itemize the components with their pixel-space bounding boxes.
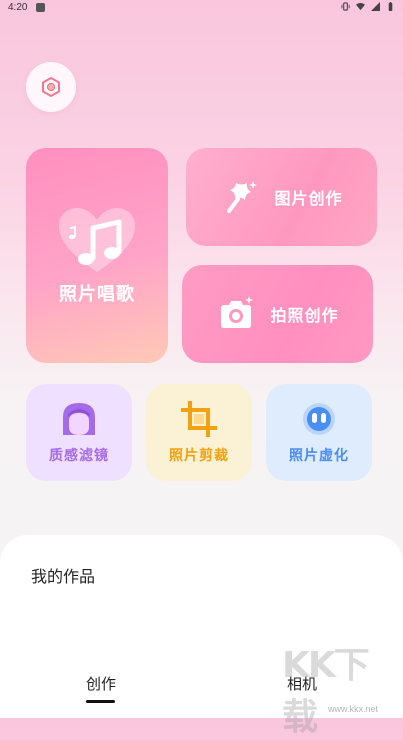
photo-song-label: 照片唱歌 [59, 283, 135, 305]
my-works-title: 我的作品 [31, 567, 96, 586]
girl-face-icon [63, 402, 95, 435]
photo-crop-tool[interactable]: 照片剪裁 [146, 384, 252, 481]
status-time: 4:20 [8, 2, 28, 13]
camera-icon [221, 296, 254, 328]
tab-create[interactable]: 创作 [86, 673, 116, 694]
texture-filter-label: 质感滤镜 [49, 447, 109, 464]
my-works-sheet: 我的作品 创作 相机 [0, 535, 403, 718]
signal-icon [371, 2, 380, 11]
battery-icon [388, 2, 393, 11]
photo-create-card[interactable]: 拍照创作 [182, 265, 373, 363]
settings-button[interactable] [26, 62, 76, 112]
tab-create-underline [86, 700, 115, 703]
texture-filter-tool[interactable]: 质感滤镜 [26, 384, 132, 481]
vibrate-icon [341, 2, 350, 11]
photo-blur-label: 照片虚化 [289, 447, 349, 464]
tab-camera[interactable]: 相机 [287, 673, 317, 694]
photo-crop-label: 照片剪裁 [169, 447, 229, 464]
magic-wand-star-icon [227, 181, 258, 213]
hexagon-settings-icon [42, 77, 60, 97]
crop-icon [181, 400, 217, 437]
photo-blur-tool[interactable]: 照片虚化 [266, 384, 372, 481]
wifi-icon [356, 2, 365, 11]
image-create-label: 图片创作 [274, 189, 343, 208]
blur-face-icon [303, 402, 335, 435]
image-create-card[interactable]: 图片创作 [186, 148, 377, 246]
music-note-heart-icon [59, 207, 135, 272]
notification-icon [36, 3, 45, 12]
status-bar: 4:20 [0, 0, 403, 16]
status-icons [341, 2, 395, 11]
photo-song-card[interactable]: 照片唱歌 [26, 148, 168, 363]
photo-create-label: 拍照创作 [270, 306, 339, 325]
